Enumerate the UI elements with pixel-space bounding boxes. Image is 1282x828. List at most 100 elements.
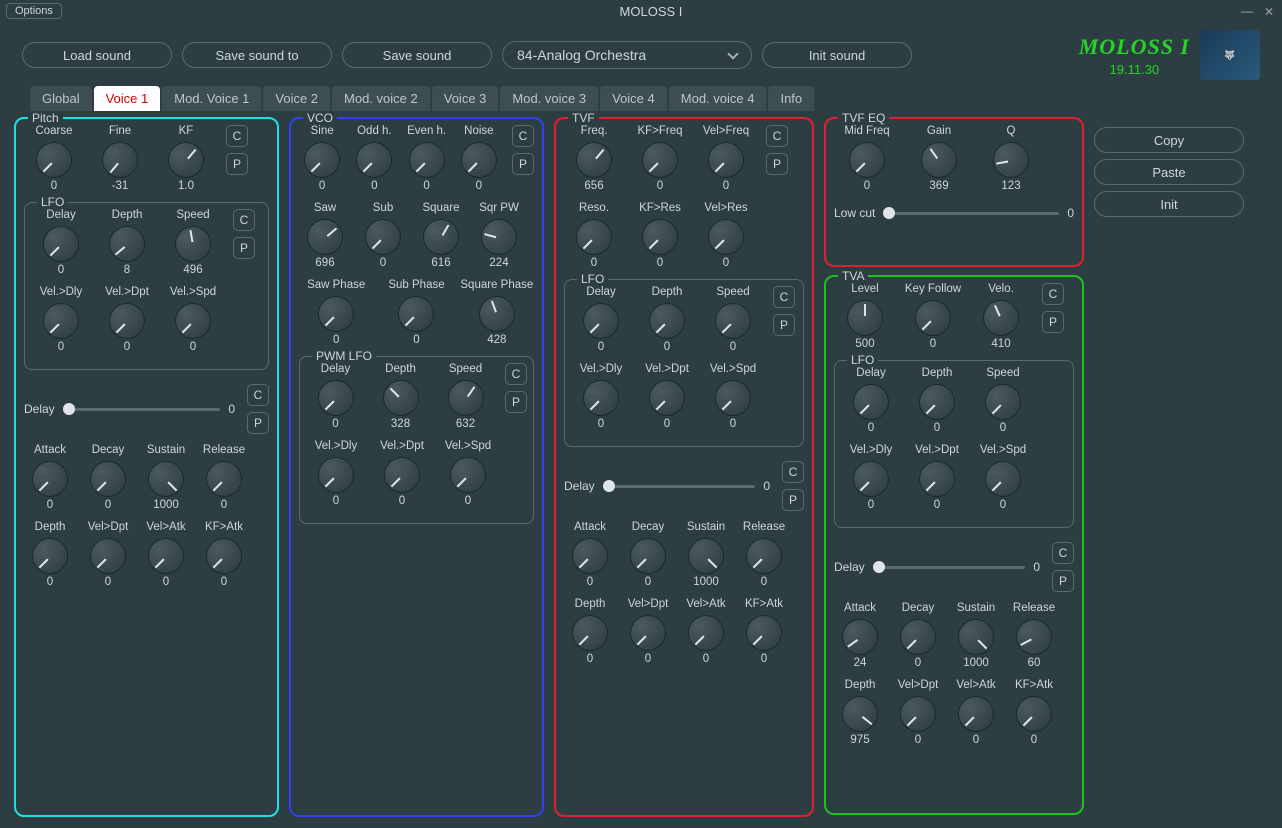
copy-small-button[interactable]: C: [1052, 542, 1074, 564]
copy-button[interactable]: Copy: [1094, 127, 1244, 153]
knob-sub-phase[interactable]: [398, 296, 434, 332]
knob-depth[interactable]: [919, 384, 955, 420]
knob-sustain[interactable]: [958, 619, 994, 655]
lowcut-slider[interactable]: [883, 212, 1059, 215]
knob-square[interactable]: [423, 219, 459, 255]
knob-kf-freq[interactable]: [642, 142, 678, 178]
knob-depth[interactable]: [109, 226, 145, 262]
knob-vel-dpt[interactable]: [384, 457, 420, 493]
knob-mid-freq[interactable]: [849, 142, 885, 178]
tva-delay-slider[interactable]: [873, 566, 1026, 569]
knob-vel-atk[interactable]: [688, 615, 724, 651]
knob-saw-phase[interactable]: [318, 296, 354, 332]
knob-fine[interactable]: [102, 142, 138, 178]
tab-voice-1[interactable]: Voice 1: [94, 86, 161, 111]
knob-sustain[interactable]: [688, 538, 724, 574]
knob-vel-dpt[interactable]: [90, 538, 126, 574]
paste-small-button[interactable]: P: [782, 489, 804, 511]
knob-depth[interactable]: [649, 303, 685, 339]
paste-small-button[interactable]: P: [247, 412, 269, 434]
knob-even-h-[interactable]: [409, 142, 445, 178]
tab-mod-voice-3[interactable]: Mod. voice 3: [500, 86, 598, 111]
tab-voice-2[interactable]: Voice 2: [263, 86, 330, 111]
save-sound-button[interactable]: Save sound: [342, 42, 492, 68]
copy-small-button[interactable]: C: [505, 363, 527, 385]
tab-voice-4[interactable]: Voice 4: [600, 86, 667, 111]
knob-vel-dpt[interactable]: [900, 696, 936, 732]
knob-kf[interactable]: [168, 142, 204, 178]
knob-decay[interactable]: [90, 461, 126, 497]
knob-release[interactable]: [746, 538, 782, 574]
pitch-delay-slider[interactable]: [63, 408, 221, 411]
knob-kf-atk[interactable]: [206, 538, 242, 574]
knob-vel-dpt[interactable]: [630, 615, 666, 651]
knob-vel-spd[interactable]: [450, 457, 486, 493]
copy-small-button[interactable]: C: [233, 209, 255, 231]
knob-odd-h-[interactable]: [356, 142, 392, 178]
knob-sine[interactable]: [304, 142, 340, 178]
knob-depth[interactable]: [572, 615, 608, 651]
copy-small-button[interactable]: C: [247, 384, 269, 406]
knob-kf-res[interactable]: [642, 219, 678, 255]
knob-delay[interactable]: [853, 384, 889, 420]
init-sound-button[interactable]: Init sound: [762, 42, 912, 68]
knob-depth[interactable]: [32, 538, 68, 574]
tab-mod-voice-2[interactable]: Mod. voice 2: [332, 86, 430, 111]
knob-attack[interactable]: [842, 619, 878, 655]
copy-small-button[interactable]: C: [773, 286, 795, 308]
knob-vel-atk[interactable]: [148, 538, 184, 574]
copy-small-button[interactable]: C: [226, 125, 248, 147]
knob-velo-[interactable]: [983, 300, 1019, 336]
tab-info[interactable]: Info: [768, 86, 814, 111]
knob-attack[interactable]: [32, 461, 68, 497]
knob-release[interactable]: [1016, 619, 1052, 655]
knob-noise[interactable]: [461, 142, 497, 178]
knob-delay[interactable]: [43, 226, 79, 262]
load-sound-button[interactable]: Load sound: [22, 42, 172, 68]
tab-mod-voice-4[interactable]: Mod. voice 4: [669, 86, 767, 111]
minimize-icon[interactable]: —: [1240, 4, 1254, 18]
knob-decay[interactable]: [900, 619, 936, 655]
knob-level[interactable]: [847, 300, 883, 336]
knob-depth[interactable]: [383, 380, 419, 416]
preset-dropdown[interactable]: 84-Analog Orchestra: [502, 41, 752, 69]
knob-attack[interactable]: [572, 538, 608, 574]
knob-vel-res[interactable]: [708, 219, 744, 255]
knob-delay[interactable]: [318, 380, 354, 416]
knob-vel-spd[interactable]: [715, 380, 751, 416]
tvf-delay-slider[interactable]: [603, 485, 756, 488]
knob-gain[interactable]: [921, 142, 957, 178]
knob-key-follow[interactable]: [915, 300, 951, 336]
knob-delay[interactable]: [583, 303, 619, 339]
knob-q[interactable]: [993, 142, 1029, 178]
tab-mod-voice-1[interactable]: Mod. Voice 1: [162, 86, 261, 111]
paste-small-button[interactable]: P: [512, 153, 534, 175]
knob-kf-atk[interactable]: [746, 615, 782, 651]
paste-small-button[interactable]: P: [773, 314, 795, 336]
init-button[interactable]: Init: [1094, 191, 1244, 217]
knob-speed[interactable]: [175, 226, 211, 262]
paste-small-button[interactable]: P: [1042, 311, 1064, 333]
knob-vel-atk[interactable]: [958, 696, 994, 732]
knob-vel-dpt[interactable]: [919, 461, 955, 497]
copy-small-button[interactable]: C: [766, 125, 788, 147]
knob-vel-spd[interactable]: [175, 303, 211, 339]
knob-saw[interactable]: [307, 219, 343, 255]
paste-small-button[interactable]: P: [233, 237, 255, 259]
tab-voice-3[interactable]: Voice 3: [432, 86, 499, 111]
knob-speed[interactable]: [715, 303, 751, 339]
copy-small-button[interactable]: C: [512, 125, 534, 147]
knob-vel-freq[interactable]: [708, 142, 744, 178]
knob-decay[interactable]: [630, 538, 666, 574]
knob-kf-atk[interactable]: [1016, 696, 1052, 732]
close-icon[interactable]: ⨯: [1262, 4, 1276, 18]
knob-vel-dpt[interactable]: [109, 303, 145, 339]
knob-freq-[interactable]: [576, 142, 612, 178]
knob-speed[interactable]: [448, 380, 484, 416]
knob-vel-spd[interactable]: [985, 461, 1021, 497]
knob-vel-dly[interactable]: [43, 303, 79, 339]
paste-small-button[interactable]: P: [505, 391, 527, 413]
knob-square-phase[interactable]: [479, 296, 515, 332]
tab-global[interactable]: Global: [30, 86, 92, 111]
knob-vel-dly[interactable]: [318, 457, 354, 493]
